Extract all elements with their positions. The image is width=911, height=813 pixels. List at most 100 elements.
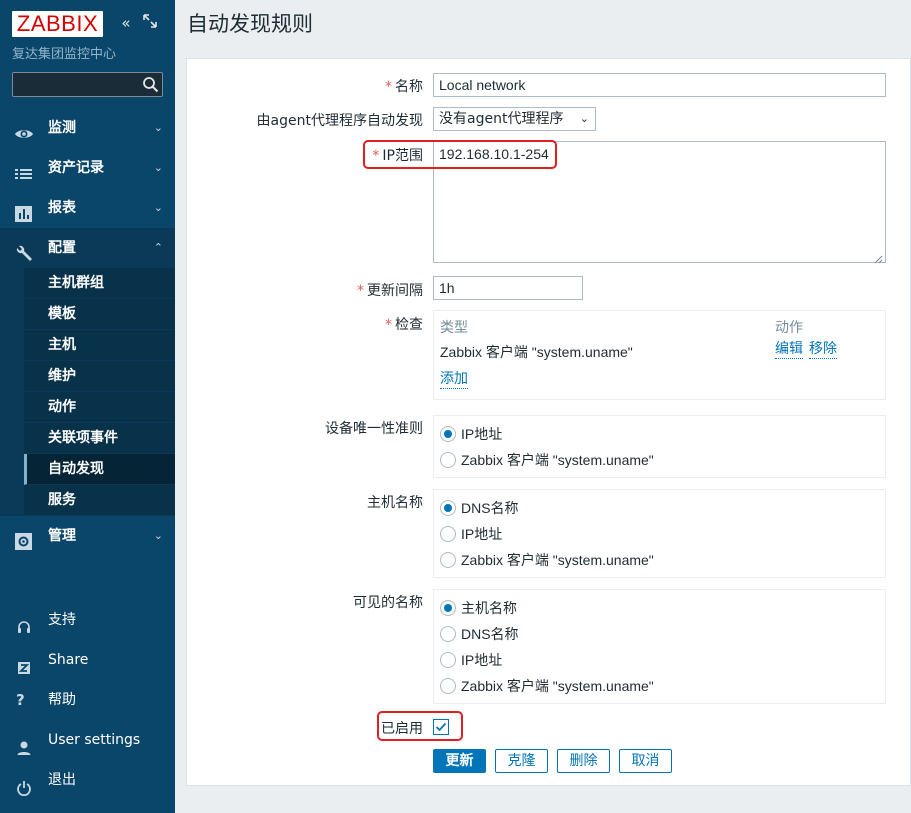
gear-icon: [14, 527, 34, 550]
radio-button[interactable]: [440, 500, 456, 516]
power-icon: [16, 772, 32, 797]
menu-item-help[interactable]: ? 帮助: [0, 680, 175, 720]
logo-row: ZABBIX «: [12, 11, 164, 37]
update-interval-label: * 更新间隔: [357, 283, 423, 299]
update-button[interactable]: 更新: [433, 749, 486, 773]
visible-name-label: 可见的名称: [353, 595, 423, 611]
menu-item-configuration[interactable]: 配置 ⌃: [0, 228, 175, 268]
wrench-icon: [14, 239, 34, 261]
menu-label: 支持: [48, 612, 76, 628]
chevron-down-icon: ⌄: [153, 161, 163, 174]
menu-item-share[interactable]: Share: [0, 640, 175, 680]
host-name-radio-group: DNS名称 IP地址 Zabbix 客户端 "system.uname": [433, 489, 886, 578]
chevron-down-icon: ⌄: [153, 529, 163, 542]
radio-label: DNS名称: [461, 500, 519, 516]
update-interval-field[interactable]: 1h: [433, 276, 583, 300]
kiosk-mode-icon[interactable]: [141, 14, 159, 32]
zabbix-logo[interactable]: ZABBIX: [12, 11, 103, 37]
eye-icon: [14, 119, 34, 138]
menu-label: 资产记录: [48, 160, 104, 176]
submenu-item-maintenance[interactable]: 维护: [24, 361, 175, 392]
clone-button[interactable]: 克隆: [495, 749, 548, 773]
check-edit-link[interactable]: 编辑: [775, 341, 803, 359]
chevron-up-icon: ⌃: [153, 241, 163, 254]
menu-label: 配置: [48, 240, 76, 256]
radio-label: DNS名称: [461, 626, 519, 642]
radio-button[interactable]: [440, 452, 456, 468]
ip-range-label: * IP范围: [372, 148, 423, 164]
radio-button[interactable]: [440, 600, 456, 616]
name-label: * 名称: [385, 79, 423, 95]
user-icon: [16, 732, 32, 755]
menu-item-administration[interactable]: 管理 ⌄: [0, 516, 175, 556]
checks-col-type: 类型: [440, 320, 468, 336]
checks-col-action: 动作: [775, 320, 803, 336]
discovery-rule-form: * 名称 Local network 由agent代理程序自动发现 没有agent…: [186, 58, 911, 786]
radio-button[interactable]: [440, 652, 456, 668]
bar-chart-icon: [14, 199, 34, 222]
page-title: 自动发现规则: [187, 12, 313, 36]
proxy-select[interactable]: 没有agent代理程序 ⌄: [433, 107, 596, 131]
menu-item-monitoring[interactable]: 监测 ⌄: [0, 108, 175, 148]
submenu-item-event-correlation[interactable]: 关联项事件: [24, 423, 175, 454]
search-input[interactable]: [12, 72, 163, 97]
search-icon[interactable]: [142, 76, 159, 93]
add-check-link[interactable]: 添加: [440, 371, 468, 389]
chevron-down-icon: ⌄: [153, 201, 163, 214]
submenu-item-discovery[interactable]: 自动发现: [24, 454, 175, 485]
chevron-down-icon: ⌄: [579, 112, 589, 125]
ip-range-field[interactable]: 192.168.10.1-254: [433, 141, 886, 264]
radio-button[interactable]: [440, 678, 456, 694]
menu-item-inventory[interactable]: 资产记录 ⌄: [0, 148, 175, 188]
headset-icon: [16, 612, 32, 633]
menu-item-user-settings[interactable]: User settings: [0, 720, 175, 760]
enabled-checkbox[interactable]: [433, 719, 449, 735]
host-name-label: 主机名称: [367, 495, 423, 511]
check-remove-link[interactable]: 移除: [809, 341, 837, 359]
radio-label: IP地址: [461, 526, 503, 542]
menu-label: 报表: [48, 200, 76, 216]
menu-item-support[interactable]: 支持: [0, 600, 175, 640]
proxy-select-value: 没有agent代理程序: [439, 111, 564, 127]
checkmark-icon: [435, 722, 447, 732]
sidebar: ZABBIX « 复达集团监控中心 监测 ⌄ 资产记录 ⌄ 报表 ⌄ 配置 ⌃ …: [0, 0, 175, 813]
name-field[interactable]: Local network: [433, 73, 886, 97]
check-row-type: Zabbix 客户端 "system.uname": [440, 344, 633, 360]
radio-button[interactable]: [440, 552, 456, 568]
server-name: 复达集团监控中心: [12, 47, 117, 62]
radio-label: 主机名称: [461, 600, 517, 616]
enabled-label: 已启用: [381, 721, 423, 737]
submenu-item-host-groups[interactable]: 主机群组: [24, 268, 175, 299]
share-icon: [16, 652, 32, 674]
uniqueness-radio-group: IP地址 Zabbix 客户端 "system.uname": [433, 415, 886, 478]
uniqueness-label: 设备唯一性准则: [325, 421, 423, 437]
menu-item-sign-out[interactable]: 退出: [0, 760, 175, 800]
bottom-menu: 支持 Share ? 帮助 User settings 退出: [0, 600, 175, 800]
radio-label: IP地址: [461, 426, 503, 442]
menu-item-reports[interactable]: 报表 ⌄: [0, 188, 175, 228]
radio-label: Zabbix 客户端 "system.uname": [461, 452, 654, 468]
radio-button[interactable]: [440, 626, 456, 642]
radio-button[interactable]: [440, 526, 456, 542]
delete-button[interactable]: 删除: [557, 749, 610, 773]
submenu-item-hosts[interactable]: 主机: [24, 330, 175, 361]
collapse-sidebar-icon[interactable]: «: [117, 14, 135, 32]
submenu-item-actions[interactable]: 动作: [24, 392, 175, 423]
submenu-item-services[interactable]: 服务: [24, 485, 175, 516]
checks-table: 类型 动作 Zabbix 客户端 "system.uname" 编辑 移除 添加: [433, 310, 886, 400]
configuration-submenu: 主机群组 模板 主机 维护 动作 关联项事件 自动发现 服务: [0, 268, 175, 516]
menu-label: 帮助: [48, 692, 76, 708]
main-menu: 监测 ⌄ 资产记录 ⌄ 报表 ⌄ 配置 ⌃ 主机群组 模板 主机 维护 动作 关…: [0, 108, 175, 556]
menu-label: Share: [48, 652, 89, 668]
radio-label: Zabbix 客户端 "system.uname": [461, 552, 654, 568]
menu-label: User settings: [48, 732, 141, 748]
radio-label: Zabbix 客户端 "system.uname": [461, 678, 654, 694]
menu-label: 退出: [48, 772, 76, 788]
radio-label: IP地址: [461, 652, 503, 668]
radio-button[interactable]: [440, 426, 456, 442]
menu-label: 监测: [48, 120, 76, 136]
resize-grip-icon[interactable]: [874, 251, 883, 264]
cancel-button[interactable]: 取消: [619, 749, 672, 773]
submenu-item-templates[interactable]: 模板: [24, 299, 175, 330]
help-icon: ?: [16, 691, 25, 709]
